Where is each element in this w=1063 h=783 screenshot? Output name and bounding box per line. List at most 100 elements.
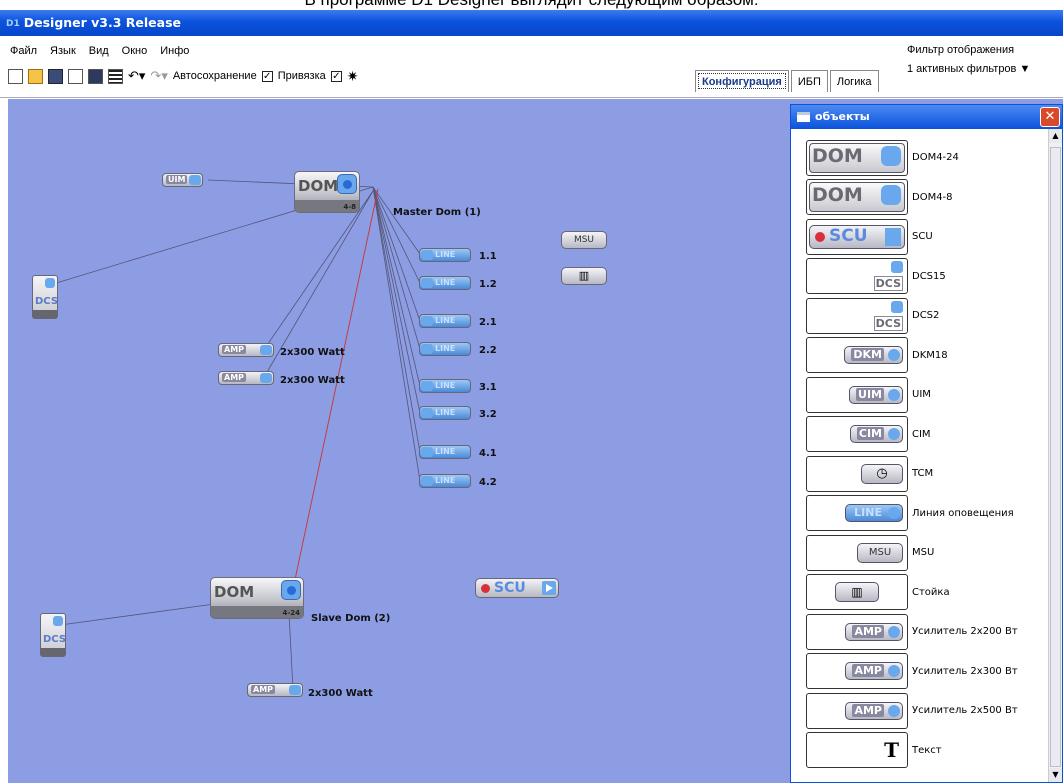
table-icon[interactable] — [108, 68, 123, 84]
line-node-1-1[interactable]: LINE — [419, 248, 471, 262]
filter-dropdown[interactable]: 1 активных фильтров ▼ — [907, 60, 1030, 79]
icon-part — [891, 300, 903, 313]
dcs-top-text: DCS — [35, 296, 59, 307]
icon-part: AMP — [845, 622, 903, 641]
dom-icon: DOM — [806, 179, 908, 216]
object-item[interactable]: CIM CIM — [806, 415, 1056, 455]
rack-node[interactable]: ▥ — [561, 267, 607, 285]
rack-icon: ▥ — [806, 574, 908, 611]
undo-icon[interactable]: ↶▾ — [128, 68, 145, 84]
icon-part — [888, 428, 900, 441]
line-node-3-1[interactable]: LINE — [419, 379, 471, 393]
line-text: LINE — [435, 447, 456, 456]
amp-slave-node[interactable]: AMP — [247, 683, 303, 697]
line-label: 4.2 — [479, 477, 497, 488]
open-folder-icon[interactable] — [28, 68, 43, 84]
page-caption: В программе D1 Designer выглядит следующ… — [0, 0, 1063, 9]
scroll-thumb[interactable] — [1050, 147, 1061, 767]
tabs: Конфигурация ИБП Логика — [695, 70, 879, 92]
object-item[interactable]: LINE Линия оповещения — [806, 494, 1056, 534]
msu-node[interactable]: MSU — [561, 231, 607, 249]
scroll-down-icon[interactable]: ▼ — [1049, 768, 1062, 782]
object-item[interactable]: DKM DKM18 — [806, 336, 1056, 376]
clock-icon: ◷ — [806, 455, 908, 492]
slave-dom-node[interactable]: DOM 4-24 — [210, 577, 304, 619]
icon-part: AMP — [845, 662, 903, 681]
window-titlebar[interactable]: D1 Designer v3.3 Release — [0, 10, 1063, 36]
icon-label: CIM — [856, 427, 884, 441]
sparkle-icon[interactable]: ✷ — [347, 68, 359, 85]
amp-icon: AMP — [806, 613, 908, 650]
menu-file[interactable]: Файл — [10, 45, 37, 57]
menu-language[interactable]: Язык — [50, 45, 76, 57]
object-item-label: CIM — [912, 428, 931, 440]
icon-part: ◷ — [861, 463, 903, 484]
line-text: LINE — [435, 476, 456, 485]
object-item[interactable]: AMP Усилитель 2x500 Вт — [806, 691, 1056, 731]
dropdown-arrow-icon[interactable]: ▼ — [1019, 63, 1030, 75]
object-item-label: Усилитель 2x300 Вт — [912, 665, 1018, 677]
object-item[interactable]: AMP Усилитель 2x200 Вт — [806, 612, 1056, 652]
object-item-label: Усилитель 2x500 Вт — [912, 705, 1018, 717]
object-item[interactable]: ▥ Стойка — [806, 573, 1056, 613]
icon-part — [891, 261, 903, 274]
object-item[interactable]: DCS DCS15 — [806, 257, 1056, 297]
amp-icon: AMP — [806, 653, 908, 690]
uim-node[interactable]: UIM — [162, 173, 204, 187]
scu-node[interactable]: SCU — [475, 578, 559, 598]
autosave-checkbox[interactable]: ✓ — [261, 70, 273, 82]
dcs-bottom-node[interactable]: DCS — [40, 613, 66, 657]
object-item[interactable]: MSU MSU — [806, 533, 1056, 573]
save-icon[interactable] — [48, 68, 63, 84]
objects-panel-titlebar[interactable]: объекты — [791, 105, 1062, 129]
redo-icon[interactable]: ↷▾ — [150, 68, 167, 84]
object-item-label: Стойка — [912, 586, 950, 598]
object-item[interactable]: SCU SCU — [806, 217, 1056, 257]
object-item[interactable]: DOM DOM4-24 — [806, 138, 1056, 178]
filter-value: 1 активных фильтров — [907, 63, 1017, 75]
tab-ups[interactable]: ИБП — [790, 70, 828, 92]
icon-label: MSU — [857, 542, 903, 563]
line-node-4-1[interactable]: LINE — [419, 445, 471, 459]
amp-node-1[interactable]: AMP — [218, 343, 274, 357]
line-node-1-2[interactable]: LINE — [419, 276, 471, 290]
icon-part: CIM — [849, 425, 903, 444]
object-item[interactable]: AMP Усилитель 2x300 Вт — [806, 652, 1056, 692]
menu-info[interactable]: Инфо — [160, 45, 189, 57]
monitor-icon[interactable] — [88, 68, 103, 84]
red-dot-icon — [481, 584, 490, 593]
new-file-icon[interactable] — [8, 68, 23, 84]
icon-part — [888, 665, 900, 678]
line-node-2-2[interactable]: LINE — [419, 342, 471, 356]
objects-panel-title: объекты — [815, 110, 870, 123]
object-item[interactable]: DCS DCS2 — [806, 296, 1056, 336]
icon-label: DOM — [812, 144, 863, 167]
line-node-4-2[interactable]: LINE — [419, 474, 471, 488]
menu-view[interactable]: Вид — [89, 45, 109, 57]
line-text: LINE — [435, 316, 456, 325]
toolbar: ↶▾ ↷▾ Автосохранение ✓ Привязка ✓ ✷ — [8, 66, 359, 86]
tab-logic[interactable]: Логика — [829, 70, 879, 92]
scroll-up-icon[interactable]: ▲ — [1049, 129, 1062, 143]
vertical-scrollbar[interactable]: ▲ ▼ — [1048, 129, 1062, 782]
amp-text: AMP — [222, 373, 247, 382]
menu-window[interactable]: Окно — [122, 45, 148, 57]
tab-configuration[interactable]: Конфигурация — [695, 70, 789, 92]
filter-label: Фильтр отображения — [907, 44, 1015, 56]
object-item[interactable]: ◷ TCM — [806, 454, 1056, 494]
snap-checkbox[interactable]: ✓ — [330, 70, 342, 82]
line-node-2-1[interactable]: LINE — [419, 314, 471, 328]
object-item[interactable]: UIM UIM — [806, 375, 1056, 415]
close-icon[interactable]: ✕ — [1040, 107, 1060, 127]
object-item-label: MSU — [912, 547, 935, 559]
amp-node-2[interactable]: AMP — [218, 371, 274, 385]
properties-icon[interactable] — [68, 68, 83, 84]
wire — [372, 186, 421, 482]
scu-text: SCU — [494, 580, 526, 596]
icon-part — [888, 507, 900, 520]
master-dom-node[interactable]: DOM 4-8 — [294, 171, 360, 213]
dcs-top-node[interactable]: DCS — [32, 275, 58, 319]
object-item[interactable]: DOM DOM4-8 — [806, 178, 1056, 218]
object-item[interactable]: T Текст — [806, 731, 1056, 771]
line-node-3-2[interactable]: LINE — [419, 406, 471, 420]
